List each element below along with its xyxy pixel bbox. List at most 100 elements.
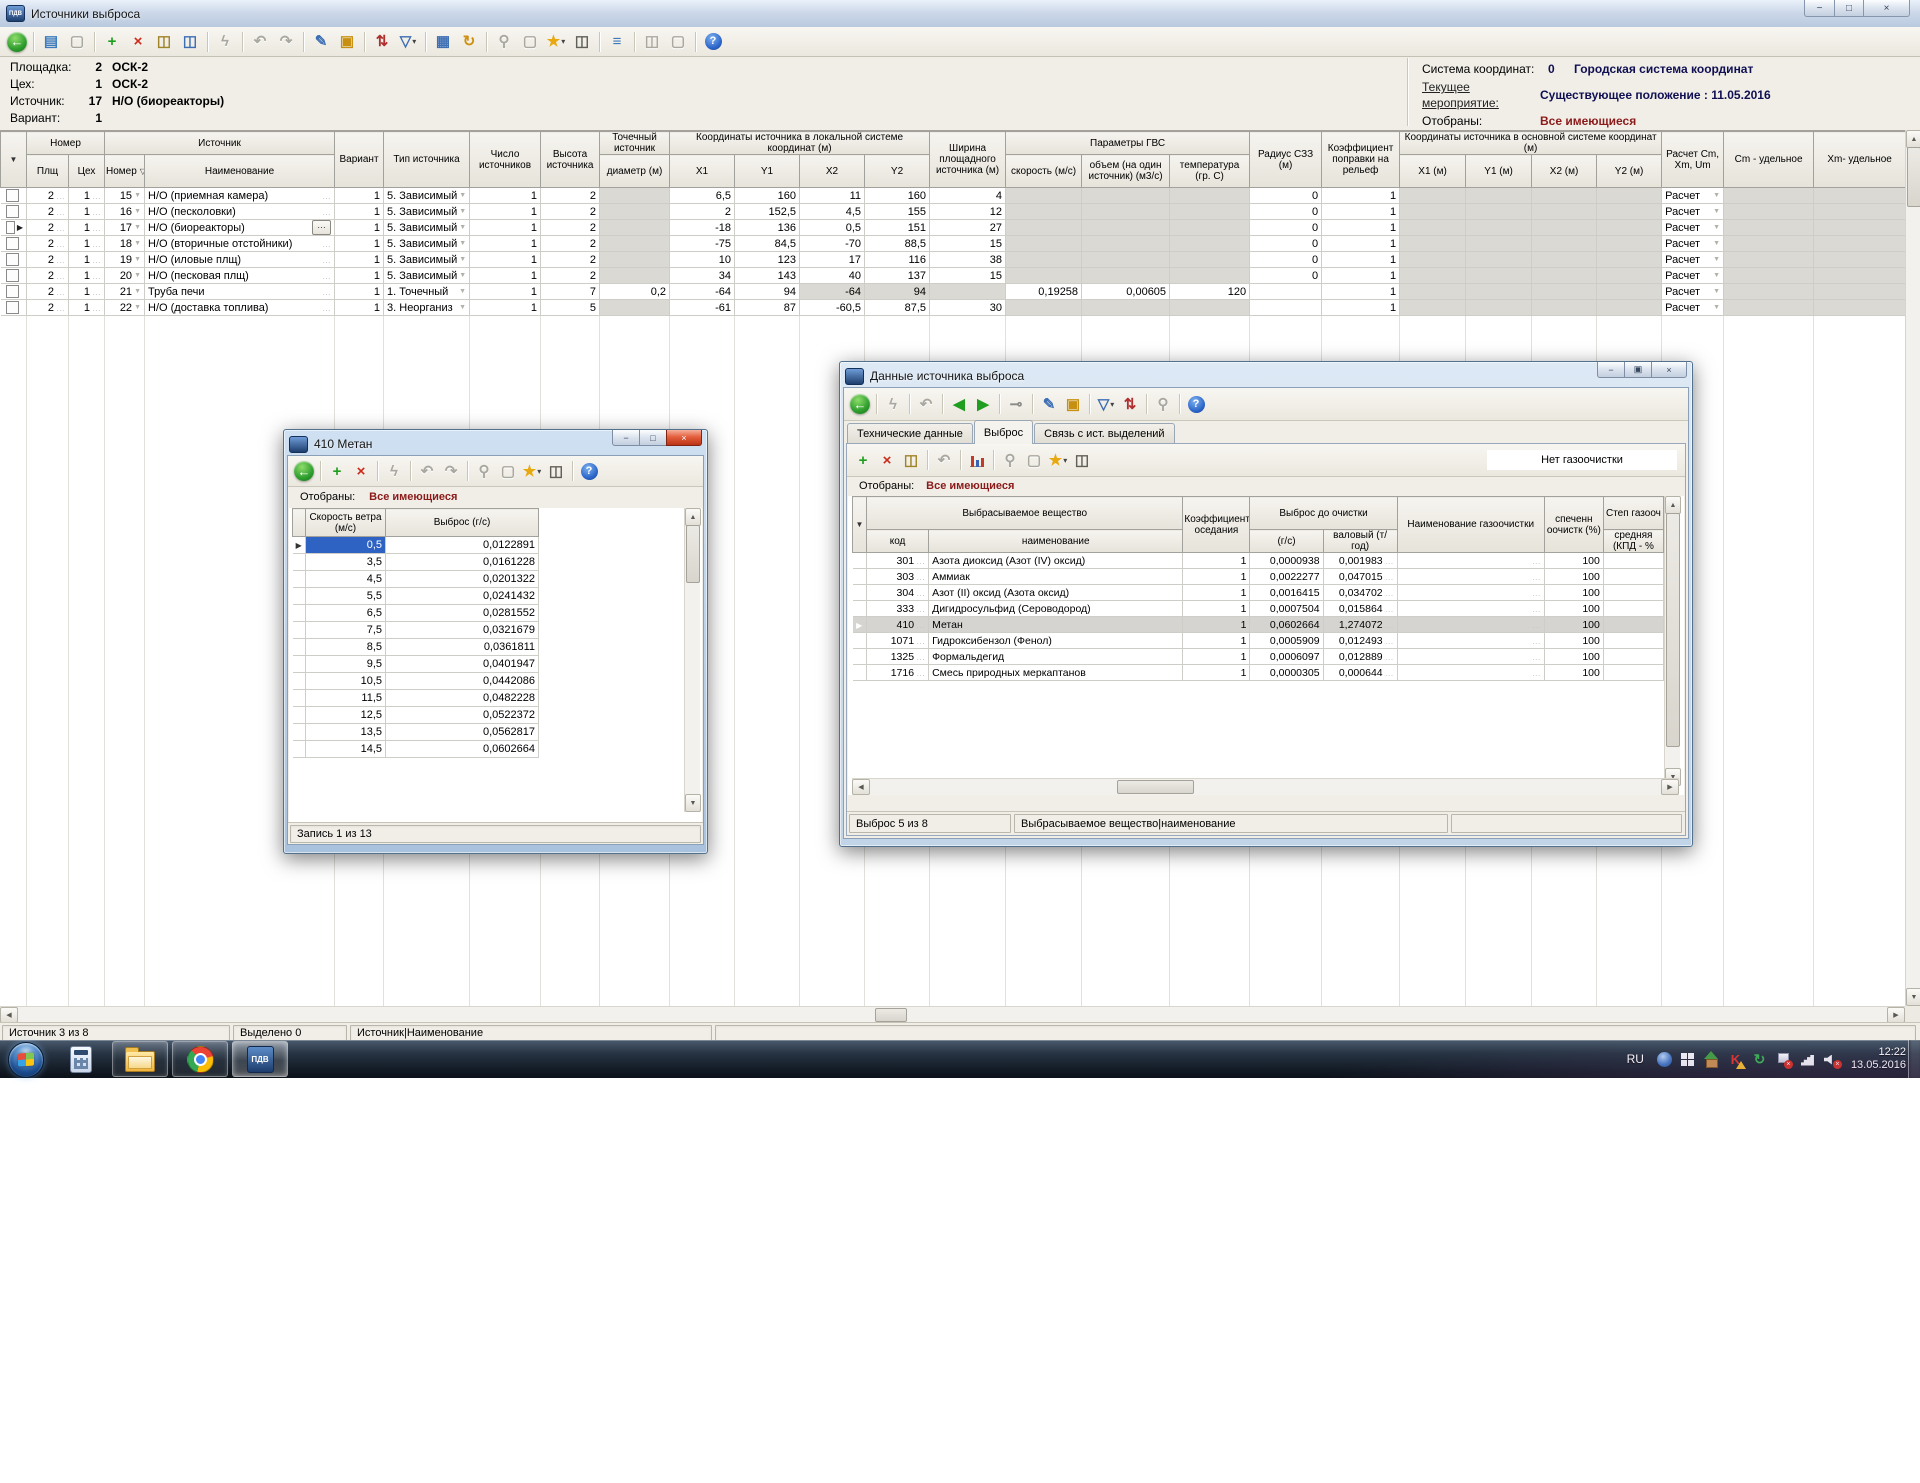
scroll-up-icon[interactable]: ▲ (1906, 130, 1920, 148)
grid-cell[interactable]: 1 (335, 268, 384, 284)
ellipsis-button-icon[interactable]: … (322, 191, 331, 201)
grid-cell[interactable]: 137 (865, 268, 930, 284)
grid-cell[interactable]: 0,0201322 (386, 571, 539, 588)
explorer-button[interactable] (112, 1041, 168, 1077)
grid-cell[interactable]: 100 (1544, 665, 1603, 681)
grid-cell[interactable]: 0,0005909 (1250, 633, 1323, 649)
grid-cell[interactable]: 100 (1544, 553, 1603, 569)
tray-sync-icon[interactable]: ↻ (1751, 1051, 1768, 1068)
delete-button[interactable]: × (876, 449, 898, 471)
grid-cell[interactable]: Расчет▼ (1662, 188, 1724, 204)
substance-vertical-scrollbar[interactable]: ▲ ▼ (1664, 496, 1680, 786)
grid-cell[interactable]: 2… (27, 252, 69, 268)
add-button[interactable]: + (326, 460, 348, 482)
grid-cell[interactable]: 1 (1322, 268, 1400, 284)
load-button[interactable]: ▣ (335, 30, 359, 54)
restore-button[interactable]: ▣ (1624, 362, 1652, 378)
table-filter-corner[interactable] (293, 509, 306, 537)
grid-cell[interactable]: 1. Точечный▼ (384, 284, 470, 300)
grid-cell[interactable]: 1,274072… (1323, 617, 1397, 633)
grid-cell[interactable]: 0,0016415 (1250, 585, 1323, 601)
copy-pages-button[interactable]: ◫ (570, 30, 594, 54)
grid-cell[interactable]: 1… (69, 252, 105, 268)
grid-cell[interactable]: Н/О (вторичные отстойники)… (145, 236, 335, 252)
chrome-button[interactable] (172, 1041, 228, 1077)
minimize-button[interactable]: − (1597, 362, 1625, 378)
grid-cell[interactable]: -18 (670, 220, 735, 236)
grid-cell[interactable]: 14,5 (306, 741, 386, 758)
grid-cell[interactable]: 0,0022277 (1250, 569, 1323, 585)
grid-cell[interactable]: 304… (867, 585, 929, 601)
ellipsis-button-icon[interactable]: … (1532, 572, 1541, 582)
grid-cell[interactable]: 1 (1322, 220, 1400, 236)
grid-cell[interactable] (1250, 300, 1322, 316)
grid-cell[interactable]: 0 (1250, 220, 1322, 236)
row-selector[interactable] (1, 188, 27, 204)
grid-cell[interactable]: 0,000644… (1323, 665, 1397, 681)
grid-cell[interactable]: 301… (867, 553, 929, 569)
filter-button[interactable]: ▽▾ (396, 30, 420, 54)
grid-cell[interactable]: 1 (470, 268, 541, 284)
grid-cell[interactable]: 3. Неорганиз▼ (384, 300, 470, 316)
copy-special-button[interactable]: ◫ (178, 30, 202, 54)
sources-list-button[interactable]: ▤ (39, 30, 63, 54)
dropdown-icon[interactable]: ▼ (1713, 240, 1720, 247)
undo-button[interactable]: ↶ (248, 30, 272, 54)
ellipsis-button-icon[interactable]: … (56, 239, 65, 249)
ellipsis-button-icon[interactable]: … (916, 620, 925, 630)
grid-cell[interactable]: -75 (670, 236, 735, 252)
ellipsis-button-icon[interactable]: … (1385, 556, 1394, 566)
favorites-button[interactable]: ★▾ (521, 460, 543, 482)
grid-cell[interactable]: 160 (865, 188, 930, 204)
grid-cell[interactable]: 1… (69, 220, 105, 236)
grid-cell[interactable]: 0,0361811 (386, 639, 539, 656)
grid-cell[interactable]: 1 (335, 300, 384, 316)
substance-horizontal-scrollbar[interactable]: ◀ ▶ (852, 778, 1679, 795)
grid-cell[interactable]: Расчет▼ (1662, 204, 1724, 220)
grid-cell[interactable]: 2 (541, 268, 600, 284)
ellipsis-button-icon[interactable]: … (1532, 652, 1541, 662)
row-checkbox[interactable] (6, 269, 19, 282)
grid-cell[interactable] (1603, 585, 1663, 601)
ellipsis-button-icon[interactable]: … (1532, 556, 1541, 566)
main-vertical-scrollbar[interactable]: ▲ ▼ (1905, 130, 1920, 1006)
dropdown-icon[interactable]: ▼ (1713, 272, 1720, 279)
chart-button[interactable] (966, 449, 988, 471)
grid-cell[interactable]: 2 (670, 204, 735, 220)
dropdown-icon[interactable]: ▼ (134, 224, 141, 231)
grid-cell[interactable]: 0,0241432 (386, 588, 539, 605)
prev-button[interactable]: ◀ (948, 393, 970, 415)
grid-cell[interactable]: Н/О (биореакторы)… (145, 220, 335, 236)
grid-cell[interactable]: 0,012889… (1323, 649, 1397, 665)
grid-cell[interactable]: 1 (1322, 204, 1400, 220)
start-button[interactable] (8, 1042, 44, 1078)
grid-cell[interactable]: 100 (1544, 649, 1603, 665)
grid-cell[interactable]: 5,5 (306, 588, 386, 605)
tray-app-icon[interactable] (1657, 1052, 1672, 1067)
ellipsis-button-icon[interactable]: … (56, 271, 65, 281)
grid-cell[interactable]: 6,5 (306, 605, 386, 622)
grid-cell[interactable]: 1 (470, 220, 541, 236)
grid-cell[interactable]: 1 (1322, 284, 1400, 300)
grid-cell[interactable]: … (1397, 665, 1544, 681)
report-list-button[interactable]: ≡ (605, 30, 629, 54)
grid-cell[interactable]: 333… (867, 601, 929, 617)
grid-cell[interactable]: 94 (735, 284, 800, 300)
grid-cell[interactable] (1603, 569, 1663, 585)
grid-cell[interactable]: 1 (470, 284, 541, 300)
grid-cell[interactable]: 0,0482228 (386, 690, 539, 707)
dropdown-icon[interactable]: ▼ (1713, 208, 1720, 215)
scroll-left-icon[interactable]: ◀ (852, 779, 870, 795)
table-filter-corner[interactable]: ▼ (853, 497, 867, 553)
ellipsis-button-icon[interactable]: … (92, 191, 101, 201)
scroll-up-icon[interactable]: ▲ (685, 508, 701, 526)
clock[interactable]: 12:22 13.05.2016 (1851, 1046, 1906, 1072)
dropdown-icon[interactable]: ▼ (459, 240, 466, 247)
undo-button[interactable]: ↶ (915, 393, 937, 415)
row-selector[interactable]: ▶ (1, 220, 27, 236)
redo-button[interactable]: ↷ (440, 460, 462, 482)
grid-cell[interactable]: 0,047015… (1323, 569, 1397, 585)
row-checkbox[interactable] (6, 189, 19, 202)
grid-cell[interactable]: 20▼ (105, 268, 145, 284)
grid-cell[interactable]: Расчет▼ (1662, 220, 1724, 236)
